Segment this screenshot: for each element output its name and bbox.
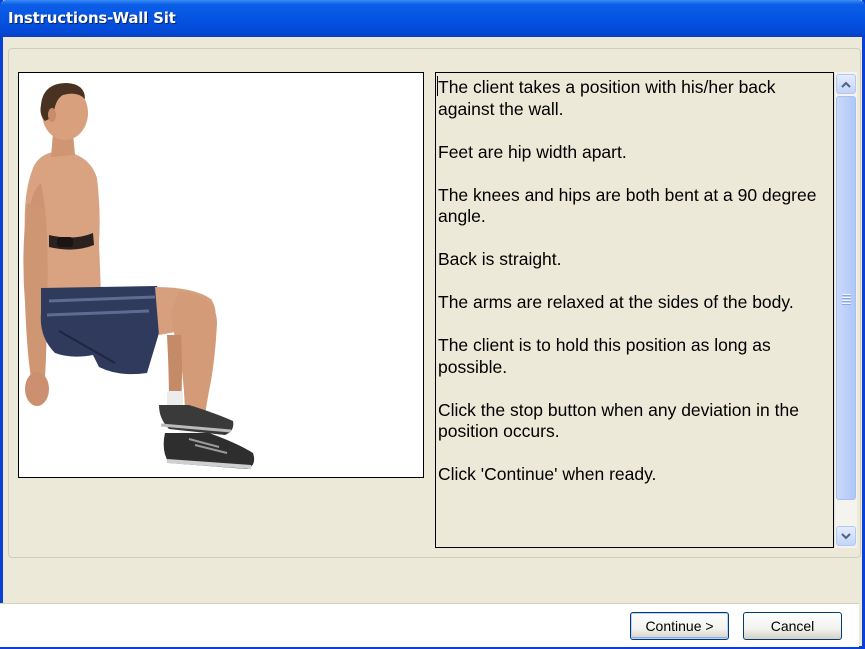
button-bar — [0, 603, 859, 647]
continue-button[interactable]: Continue > — [630, 612, 729, 640]
instruction-paragraph: Click 'Continue' when ready. — [438, 464, 657, 484]
text-caret — [437, 76, 438, 96]
instruction-paragraph: The client is to hold this position as l… — [438, 335, 771, 377]
instructions-text: The client takes a position with his/her… — [438, 77, 831, 507]
chevron-up-icon — [841, 81, 851, 88]
instructions-textbox[interactable]: The client takes a position with his/her… — [435, 72, 834, 548]
instruction-paragraph: The knees and hips are both bent at a 90… — [438, 184, 817, 227]
scroll-down-button[interactable] — [836, 526, 856, 546]
chevron-down-icon — [841, 532, 851, 539]
scroll-thumb[interactable] — [836, 96, 856, 500]
exercise-image — [18, 72, 424, 478]
instruction-paragraph: The client takes a position with his/her… — [438, 77, 776, 119]
wall-sit-figure — [23, 83, 255, 469]
thumb-grip-icon — [842, 303, 851, 305]
instruction-paragraph: Back is straight. — [438, 249, 562, 269]
scroll-up-button[interactable] — [836, 74, 856, 94]
thumb-grip-icon — [842, 297, 851, 299]
instruction-paragraph: Feet are hip width apart. — [438, 141, 627, 162]
vertical-scrollbar[interactable] — [834, 72, 857, 548]
thumb-grip-icon — [842, 300, 851, 302]
instruction-paragraph: The arms are relaxed at the sides of the… — [438, 292, 794, 312]
instruction-paragraph: Click the stop button when any deviation… — [438, 399, 799, 442]
title-bar[interactable]: Instructions-Wall Sit — [0, 0, 865, 37]
cancel-button[interactable]: Cancel — [743, 612, 842, 640]
thumb-grip-icon — [842, 294, 851, 296]
window-title: Instructions-Wall Sit — [8, 9, 176, 27]
